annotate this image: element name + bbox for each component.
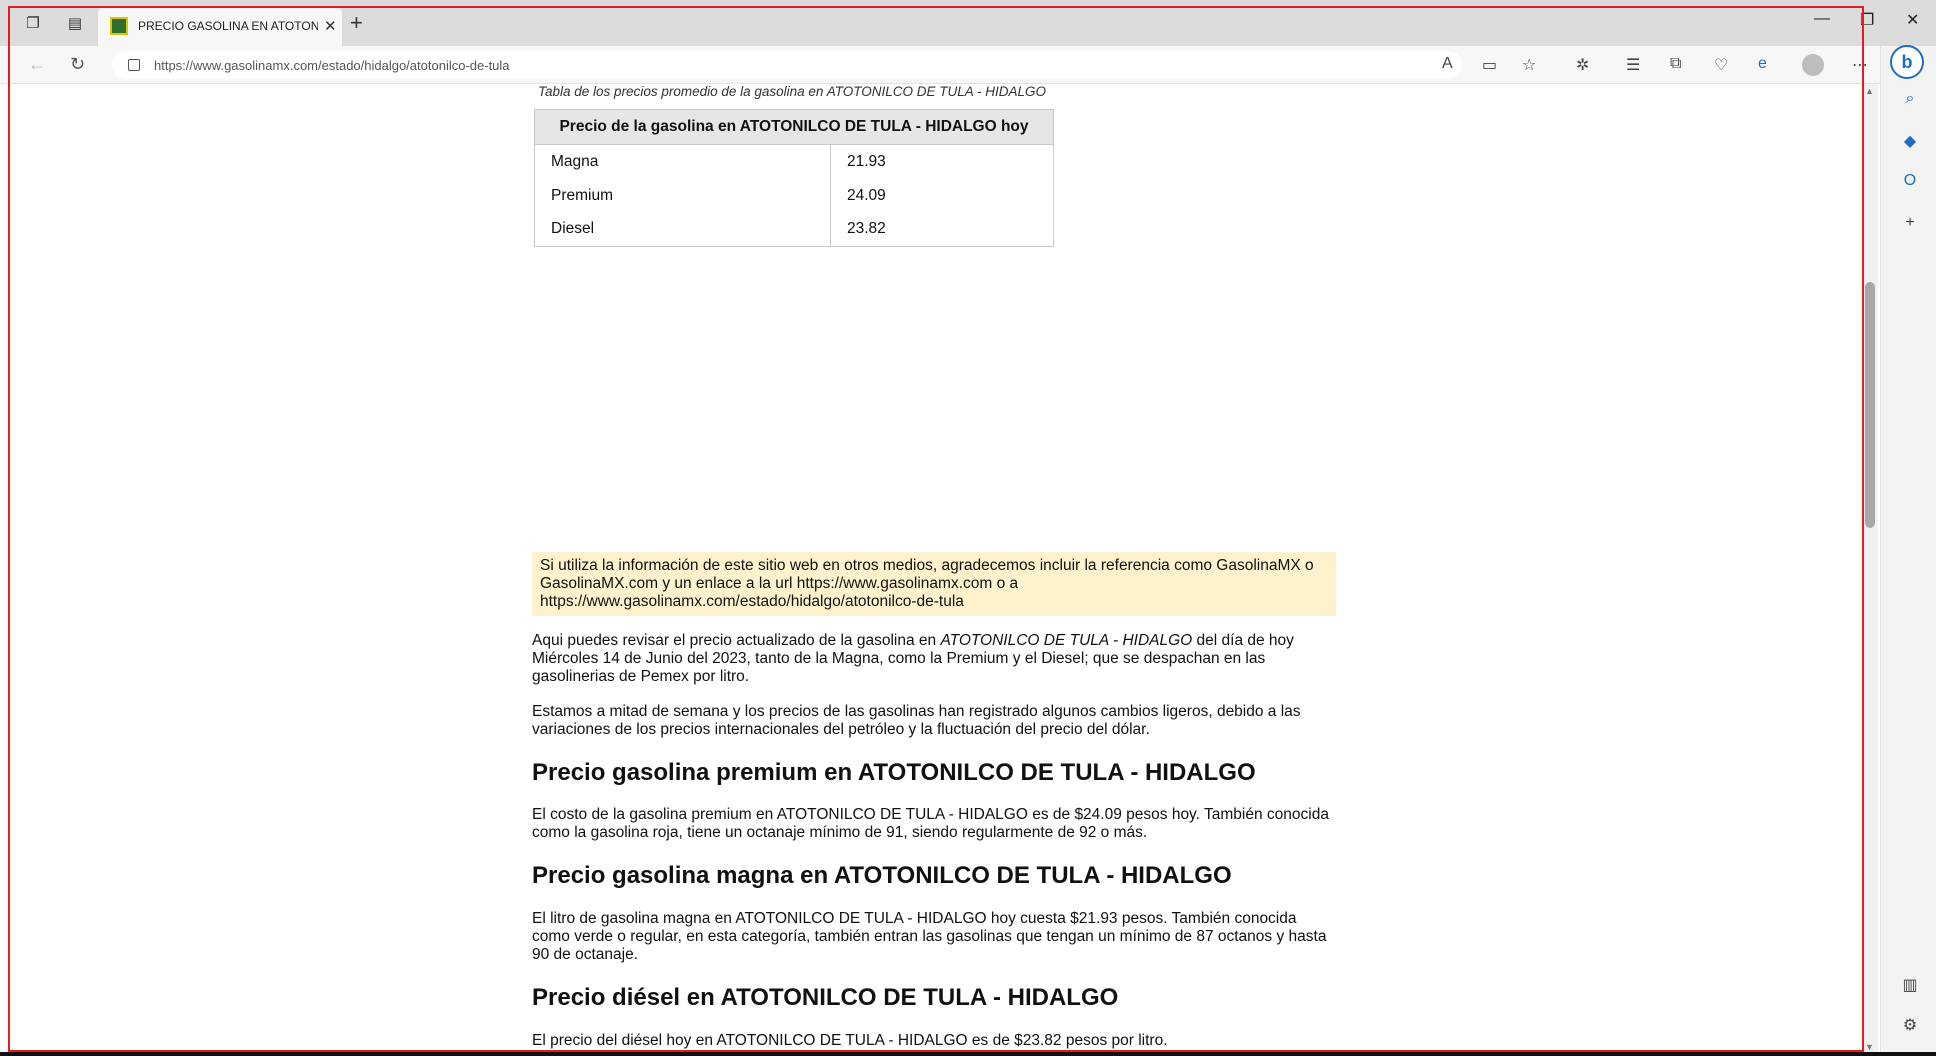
- sidebar-toggle-icon[interactable]: ▥: [1899, 974, 1921, 996]
- close-tab-icon[interactable]: ✕: [324, 17, 337, 35]
- favorites-icon[interactable]: ☰: [1626, 55, 1640, 75]
- page-scrollbar[interactable]: ▲ ▼: [1862, 84, 1878, 1056]
- fuel-name: Diesel: [551, 220, 595, 238]
- page-viewport: Tabla de los precios promedio de la gaso…: [0, 84, 1862, 1056]
- read-aloud-icon[interactable]: A: [1442, 55, 1453, 73]
- fuel-price: 21.93: [830, 144, 1054, 179]
- office-icon[interactable]: ◆: [1899, 130, 1921, 152]
- table-header: Precio de la gasolina en ATOTONILCO DE T…: [534, 109, 1054, 145]
- browser-window: ❐ ▤ PRECIO GASOLINA EN ATOTONILCO DE TUL…: [0, 0, 1936, 1056]
- intro-text-start: Aqui puedes revisar el precio actualizad…: [532, 632, 941, 649]
- refresh-icon[interactable]: ↻: [70, 54, 85, 75]
- collections-icon[interactable]: ⧉: [1670, 55, 1681, 73]
- outlook-icon[interactable]: O: [1899, 170, 1921, 192]
- close-window-icon[interactable]: ✕: [1906, 10, 1919, 30]
- performance-icon[interactable]: ♡: [1714, 55, 1728, 75]
- add-sidebar-app-icon[interactable]: +: [1899, 212, 1921, 234]
- minimize-icon[interactable]: —: [1814, 10, 1830, 28]
- fuel-name: Premium: [551, 186, 614, 204]
- settings-gear-icon[interactable]: ⚙: [1899, 1014, 1921, 1036]
- diesel-paragraph: El precio del diésel hoy en ATOTONILCO D…: [532, 1032, 1168, 1049]
- fuel-price: 24.09: [830, 178, 1054, 213]
- price-table: Precio de la gasolina en ATOTONILCO DE T…: [534, 109, 1054, 247]
- intro-paragraph: Aqui puedes revisar el precio actualizad…: [532, 632, 1336, 686]
- fuel-name: Magna: [551, 152, 599, 170]
- intro-location: ATOTONILCO DE TULA - HIDALGO: [940, 632, 1193, 649]
- back-arrow-icon[interactable]: ←: [28, 54, 46, 75]
- address-bar[interactable]: https://www.gasolinamx.com/estado/hidalg…: [112, 51, 1462, 79]
- table-row: Premium 24.09: [535, 178, 1054, 213]
- url-text[interactable]: https://www.gasolinamx.com/estado/hidalg…: [154, 58, 510, 73]
- taskbar-edge: [0, 1052, 1936, 1056]
- premium-paragraph: El costo de la gasolina premium en ATOTO…: [532, 806, 1329, 841]
- magna-heading: Precio gasolina magna en ATOTONILCO DE T…: [532, 862, 1232, 889]
- site-favicon-icon: [110, 17, 128, 35]
- edge-icon[interactable]: e: [1758, 55, 1767, 73]
- workspaces-icon[interactable]: ❐: [22, 12, 44, 34]
- restore-icon[interactable]: ❐: [1860, 10, 1874, 30]
- profile-avatar-icon[interactable]: [1802, 54, 1824, 76]
- table-caption: Tabla de los precios promedio de la gaso…: [538, 84, 1046, 99]
- new-tab-icon[interactable]: +: [350, 10, 363, 36]
- edge-sidebar: ⌕ ◆ O + ▥ ⚙: [1880, 46, 1936, 1056]
- search-icon[interactable]: ⌕: [1899, 88, 1921, 110]
- favorite-star-icon[interactable]: ☆: [1522, 55, 1536, 75]
- lock-icon[interactable]: [128, 59, 140, 71]
- tab-actions-icon[interactable]: ▤: [64, 12, 86, 34]
- premium-heading: Precio gasolina premium en ATOTONILCO DE…: [532, 759, 1256, 786]
- more-options-icon[interactable]: ⋯: [1852, 55, 1868, 75]
- bing-chat-icon[interactable]: b: [1890, 45, 1924, 79]
- attribution-notice: Si utiliza la información de este sitio …: [532, 552, 1336, 616]
- tab-title: PRECIO GASOLINA EN ATOTONILCO DE TULA: [138, 19, 318, 33]
- context-paragraph: Estamos a mitad de semana y los precios …: [532, 703, 1301, 738]
- scroll-up-icon[interactable]: ▲: [1865, 86, 1874, 96]
- magna-paragraph: El litro de gasolina magna en ATOTONILCO…: [532, 910, 1327, 963]
- diesel-heading: Precio diésel en ATOTONILCO DE TULA - HI…: [532, 984, 1119, 1011]
- title-bar: ❐ ▤ PRECIO GASOLINA EN ATOTONILCO DE TUL…: [0, 0, 1936, 46]
- tab-active[interactable]: PRECIO GASOLINA EN ATOTONILCO DE TULA ✕: [98, 6, 342, 46]
- immersive-reader-icon[interactable]: ▭: [1482, 55, 1497, 75]
- table-row: Diesel 23.82: [535, 212, 1054, 247]
- address-toolbar: ← ↻ https://www.gasolinamx.com/estado/hi…: [0, 46, 1880, 84]
- ad-space: [532, 264, 1336, 534]
- scroll-down-icon[interactable]: ▼: [1865, 1042, 1874, 1052]
- table-row: Magna 21.93: [535, 144, 1054, 179]
- extensions-icon[interactable]: ✲: [1576, 55, 1589, 75]
- scroll-thumb[interactable]: [1865, 282, 1875, 528]
- fuel-price: 23.82: [830, 212, 1054, 247]
